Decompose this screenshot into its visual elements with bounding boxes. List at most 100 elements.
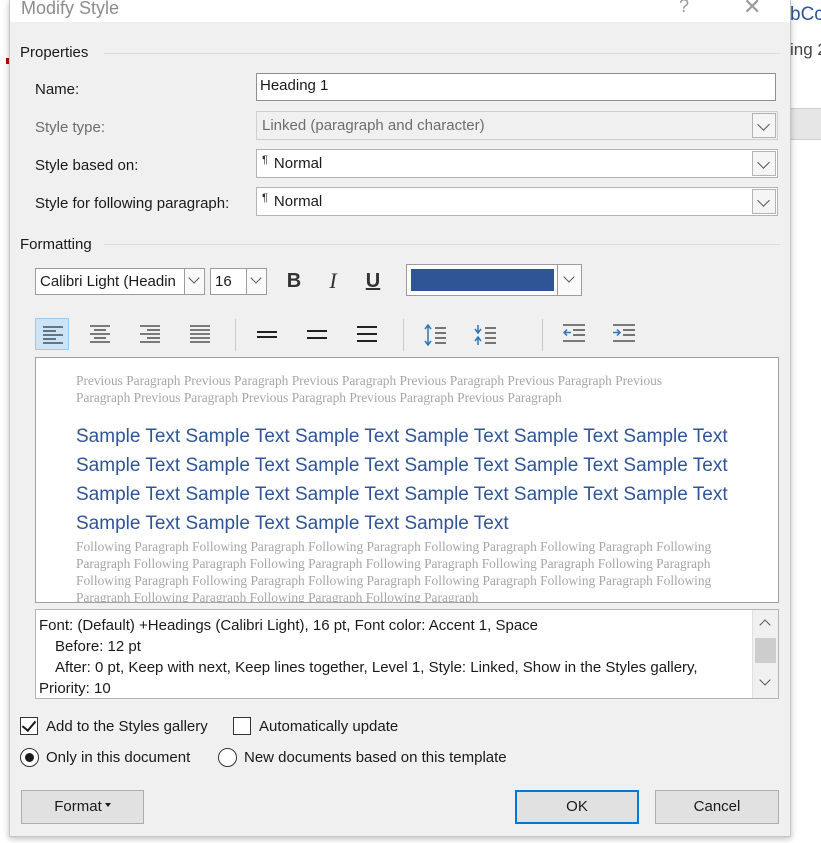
style-description-text: Font: (Default) +Headings (Calibri Light… xyxy=(39,615,749,698)
description-line: After: 0 pt, Keep with next, Keep lines … xyxy=(55,659,698,676)
background-style-gallery-text: bCc xyxy=(790,4,821,25)
align-right-icon xyxy=(140,325,160,343)
name-field-value: Heading 1 xyxy=(260,77,329,94)
font-size-select[interactable]: 16 xyxy=(210,268,267,295)
new-documents-radio[interactable] xyxy=(218,748,237,767)
font-size-dropdown-button[interactable] xyxy=(246,269,266,294)
properties-heading: Properties xyxy=(20,44,89,61)
formatting-divider xyxy=(104,244,780,245)
description-line: Priority: 10 xyxy=(39,680,111,697)
paragraph-spacing-increase-icon xyxy=(424,324,446,346)
title-bar: Modify Style ? ✕ xyxy=(10,0,790,22)
paragraph-mark-icon: ¶ xyxy=(262,192,268,204)
add-to-gallery-checkbox[interactable] xyxy=(20,716,38,735)
description-scrollbar[interactable] xyxy=(752,610,778,698)
help-button[interactable]: ? xyxy=(679,0,689,17)
only-this-document-radio[interactable] xyxy=(20,748,39,767)
style-type-dropdown-button xyxy=(752,113,776,138)
chevron-down-icon xyxy=(188,272,200,284)
following-paragraph-label: Style for following paragraph: xyxy=(35,195,230,212)
modify-style-dialog: Modify Style ? ✕ Properties Name: Headin… xyxy=(9,0,791,837)
italic-button[interactable]: I xyxy=(318,266,348,296)
toolbar-separator xyxy=(542,319,543,351)
radio-selected-dot xyxy=(25,753,34,762)
new-documents-label[interactable]: New documents based on this template xyxy=(244,749,507,766)
checkmark-icon xyxy=(21,716,37,733)
auto-update-label[interactable]: Automatically update xyxy=(259,718,398,735)
preview-following-paragraph: Following Paragraph Following Paragraph … xyxy=(76,539,712,603)
decrease-paragraph-spacing-button[interactable] xyxy=(467,318,501,350)
preview-previous-paragraph: Previous Paragraph Previous Paragraph Pr… xyxy=(76,373,663,405)
one-half-spacing-icon xyxy=(307,330,327,339)
following-paragraph-dropdown-button[interactable] xyxy=(752,189,776,214)
align-left-button[interactable] xyxy=(35,318,69,350)
chevron-down-icon xyxy=(757,118,770,131)
align-right-button[interactable] xyxy=(133,318,167,350)
name-label-text: Name: xyxy=(35,81,80,98)
font-size-value: 16 xyxy=(215,273,232,290)
style-preview-pane: Previous Paragraph Previous Paragraph Pr… xyxy=(35,357,779,603)
chevron-down-icon xyxy=(757,156,770,169)
name-label: Name: xyxy=(35,81,79,98)
scroll-up-icon[interactable] xyxy=(759,619,771,631)
style-description-box[interactable]: Font: (Default) +Headings (Calibri Light… xyxy=(35,609,779,699)
paragraph-mark-icon: ¶ xyxy=(262,154,268,166)
font-color-swatch xyxy=(411,269,554,291)
underline-button[interactable]: U xyxy=(358,266,388,296)
description-line: Before: 12 pt xyxy=(55,638,141,655)
chevron-down-icon xyxy=(563,271,575,283)
chevron-down-icon xyxy=(757,194,770,207)
paragraph-spacing-decrease-icon xyxy=(474,325,496,345)
only-this-document-label[interactable]: Only in this document xyxy=(46,749,190,766)
decrease-indent-icon xyxy=(563,324,585,342)
single-spacing-icon xyxy=(257,331,277,338)
font-color-picker[interactable] xyxy=(406,264,582,296)
font-color-dropdown-button[interactable] xyxy=(557,265,581,295)
cancel-button[interactable]: Cancel xyxy=(655,790,779,824)
style-type-label: Style type: xyxy=(35,119,106,136)
style-based-on-dropdown-button[interactable] xyxy=(752,151,776,176)
format-button-label: Format xyxy=(54,798,102,815)
preview-sample-text: Sample Text Sample Text Sample Text Samp… xyxy=(76,426,728,534)
add-to-gallery-label[interactable]: Add to the Styles gallery xyxy=(46,718,208,735)
double-spacing-icon xyxy=(357,326,377,342)
decrease-indent-button[interactable] xyxy=(556,318,590,350)
double-spacing-button[interactable] xyxy=(350,318,384,350)
following-paragraph-value-wrap: ¶ Normal xyxy=(262,192,322,210)
caret-down-icon xyxy=(104,803,111,808)
chevron-down-icon xyxy=(250,272,262,284)
scroll-down-icon[interactable] xyxy=(759,674,771,686)
style-type-select: Linked (paragraph and character) xyxy=(256,111,778,140)
properties-divider xyxy=(104,53,780,54)
auto-update-checkbox[interactable] xyxy=(233,717,251,735)
format-menu-button[interactable]: Format xyxy=(21,790,144,824)
justify-icon xyxy=(190,325,210,343)
style-based-on-value-wrap: ¶ Normal xyxy=(262,154,323,172)
bold-button[interactable]: B xyxy=(279,266,309,296)
ok-button[interactable]: OK xyxy=(515,790,639,824)
font-name-value: Calibri Light (Headin xyxy=(40,273,176,290)
dialog-title: Modify Style xyxy=(21,0,120,18)
scroll-thumb[interactable] xyxy=(755,638,776,663)
following-paragraph-select[interactable]: ¶ Normal xyxy=(256,187,778,216)
increase-indent-icon xyxy=(613,324,635,342)
justify-button[interactable] xyxy=(183,318,217,350)
one-half-spacing-button[interactable] xyxy=(300,318,334,350)
toolbar-separator xyxy=(403,319,404,351)
close-button[interactable]: ✕ xyxy=(743,0,761,20)
align-center-button[interactable] xyxy=(83,318,117,350)
single-spacing-button[interactable] xyxy=(250,318,284,350)
font-name-dropdown-button[interactable] xyxy=(184,269,204,294)
formatting-heading: Formatting xyxy=(20,236,92,253)
style-based-on-select[interactable]: ¶ Normal xyxy=(256,149,778,178)
background-style-gallery-text-2: ing 2 xyxy=(790,40,821,59)
toolbar-separator xyxy=(235,319,236,351)
style-based-on-value: Normal xyxy=(273,155,323,172)
font-name-select[interactable]: Calibri Light (Headin xyxy=(35,268,205,295)
style-type-value: Linked (paragraph and character) xyxy=(262,117,485,134)
style-based-on-label: Style based on: xyxy=(35,157,139,174)
increase-paragraph-spacing-button[interactable] xyxy=(417,318,451,350)
align-left-icon xyxy=(43,326,63,344)
name-field[interactable]: Heading 1 xyxy=(256,73,776,101)
increase-indent-button[interactable] xyxy=(606,318,640,350)
